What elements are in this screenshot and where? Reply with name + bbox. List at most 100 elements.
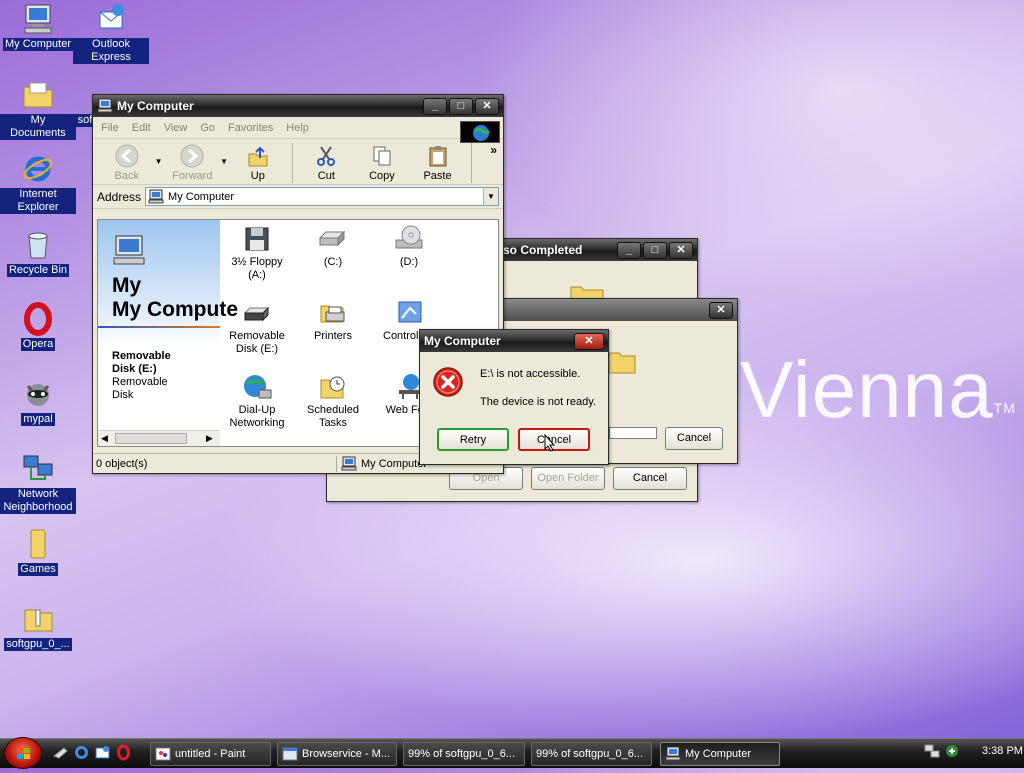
toolbar: Back ▼ Forward ▼ Up Cut Copy Paste » xyxy=(93,139,503,185)
horizontal-scrollbar[interactable]: ◀ ▶ xyxy=(98,430,220,446)
menu-file[interactable]: File xyxy=(101,122,119,134)
status-object-count: 0 object(s) xyxy=(96,457,148,470)
status-divider xyxy=(336,455,337,472)
window-title: My Computer xyxy=(117,99,194,113)
dialup-networking-folder[interactable]: Dial-Up Networking xyxy=(222,372,292,430)
desktop-icon-label: softgpu_0_... xyxy=(4,638,72,651)
control-panel-icon xyxy=(393,298,425,328)
back-label: Back xyxy=(114,170,140,182)
taskbar-item-download-2[interactable]: 99% of softgpu_0_6... xyxy=(531,742,652,766)
toolbar-separator xyxy=(291,143,293,183)
scheduled-tasks-folder[interactable]: Scheduled Tasks xyxy=(298,372,368,430)
item-label: (C:) xyxy=(323,256,343,268)
show-desktop-icon[interactable] xyxy=(52,744,69,761)
printers-folder[interactable]: Printers xyxy=(298,298,368,343)
scissors-icon xyxy=(313,143,339,169)
copy-icon xyxy=(369,143,395,169)
maximize-button[interactable]: □ xyxy=(643,241,667,259)
opera-icon[interactable] xyxy=(115,744,132,761)
mouse-cursor-icon xyxy=(544,433,556,455)
desktop-icon-internet-explorer[interactable]: Internet Explorer xyxy=(0,152,76,214)
up-button[interactable]: Up xyxy=(230,143,286,182)
task-label: Browservice - M... xyxy=(302,748,391,760)
desktop-icon-mypal[interactable]: mypal xyxy=(0,377,76,426)
menu-edit[interactable]: Edit xyxy=(132,122,151,134)
menu-favorites[interactable]: Favorites xyxy=(228,122,273,134)
close-button[interactable]: ✕ xyxy=(669,241,693,259)
paint-icon xyxy=(155,746,171,762)
taskbar: untitled - Paint Browservice - M... 99% … xyxy=(0,737,1024,769)
desktop-icon-recycle-bin[interactable]: Recycle Bin xyxy=(0,228,76,277)
toolbar-separator xyxy=(471,143,473,183)
forward-button[interactable]: Forward xyxy=(165,143,221,182)
retry-button[interactable]: Retry xyxy=(437,428,509,451)
recycle-bin-icon xyxy=(21,228,55,262)
menu-view[interactable]: View xyxy=(164,122,188,134)
cancel-button[interactable]: Cancel xyxy=(665,427,723,450)
toolbar-overflow-button[interactable]: » xyxy=(490,143,497,157)
up-label: Up xyxy=(250,170,265,182)
desktop-icon-network-neighborhood[interactable]: Network Neighborhood xyxy=(0,452,76,514)
forward-arrow-icon xyxy=(179,143,205,169)
ie-icon[interactable] xyxy=(73,744,90,761)
ie-icon xyxy=(21,152,55,186)
start-button[interactable] xyxy=(4,737,42,769)
volume-tray-icon[interactable] xyxy=(944,743,960,759)
folder-icon xyxy=(21,527,55,561)
close-button[interactable]: ✕ xyxy=(475,97,499,115)
folder-icon xyxy=(21,78,55,112)
cut-button[interactable]: Cut xyxy=(299,143,355,182)
drive-d[interactable]: (D:) xyxy=(374,224,444,269)
network-icon xyxy=(21,452,55,486)
drive-c[interactable]: (C:) xyxy=(298,224,368,269)
chevron-down-icon[interactable]: ▼ xyxy=(483,188,498,205)
close-button[interactable]: ✕ xyxy=(709,301,733,319)
computer-icon xyxy=(97,98,113,114)
drive-floppy-a[interactable]: 3½ Floppy (A:) xyxy=(222,224,292,282)
taskbar-item-paint[interactable]: untitled - Paint xyxy=(150,742,271,766)
cancel-button[interactable]: Cancel xyxy=(613,467,687,490)
error-message-line2: The device is not ready. xyxy=(480,396,596,408)
maximize-button[interactable]: □ xyxy=(449,97,473,115)
taskbar-item-browservice[interactable]: Browservice - M... xyxy=(277,742,397,766)
scroll-left-arrow[interactable]: ◀ xyxy=(101,433,108,444)
floppy-icon xyxy=(241,224,273,254)
back-button[interactable]: Back xyxy=(99,143,155,182)
desktop-icon-label: Opera xyxy=(20,338,56,351)
desktop-icon-softgpu[interactable]: softgpu_0_... xyxy=(0,602,76,651)
desktop-icon-my-documents[interactable]: My Documents xyxy=(0,78,76,140)
scroll-thumb[interactable] xyxy=(115,433,187,444)
error-message-line1: E:\ is not accessible. xyxy=(480,368,581,380)
network-tray-icon[interactable] xyxy=(924,743,940,759)
menu-help[interactable]: Help xyxy=(286,122,309,134)
drive-removable-e[interactable]: Removable Disk (E:) xyxy=(222,298,292,356)
close-button[interactable]: ✕ xyxy=(574,332,604,350)
clock[interactable]: 3:38 PM xyxy=(982,745,1023,757)
folder-icon xyxy=(607,347,637,380)
paste-button[interactable]: Paste xyxy=(410,143,466,182)
scroll-right-arrow[interactable]: ▶ xyxy=(206,433,213,444)
computer-icon xyxy=(112,234,146,269)
minimize-button[interactable]: _ xyxy=(617,241,641,259)
taskbar-item-download-1[interactable]: 99% of softgpu_0_6... xyxy=(403,742,525,766)
outlook-icon[interactable] xyxy=(94,744,111,761)
info-pane-title: My Compute xyxy=(112,298,238,321)
task-label: untitled - Paint xyxy=(175,748,246,760)
forward-dropdown-arrow[interactable]: ▼ xyxy=(220,157,230,166)
desktop-icon-my-computer[interactable]: My Computer xyxy=(0,2,76,51)
desktop-icon-outlook-express[interactable]: Outlook Express xyxy=(73,2,149,64)
desktop-icon-opera[interactable]: Opera xyxy=(0,302,76,351)
desktop-icon-games[interactable]: Games xyxy=(0,527,76,576)
dialog-title: My Computer xyxy=(424,334,501,348)
menu-go[interactable]: Go xyxy=(200,122,215,134)
info-pane-title-line1: My xyxy=(112,274,142,297)
open-folder-button[interactable]: Open Folder xyxy=(531,467,605,490)
back-dropdown-arrow[interactable]: ▼ xyxy=(155,157,165,166)
copy-button[interactable]: Copy xyxy=(354,143,410,182)
forward-label: Forward xyxy=(172,170,213,182)
desktop-icon-label: Games xyxy=(18,563,58,576)
taskbar-item-my-computer[interactable]: My Computer xyxy=(660,742,780,766)
computer-icon xyxy=(21,2,55,36)
address-input[interactable]: My Computer ▼ xyxy=(145,187,499,206)
minimize-button[interactable]: _ xyxy=(423,97,447,115)
